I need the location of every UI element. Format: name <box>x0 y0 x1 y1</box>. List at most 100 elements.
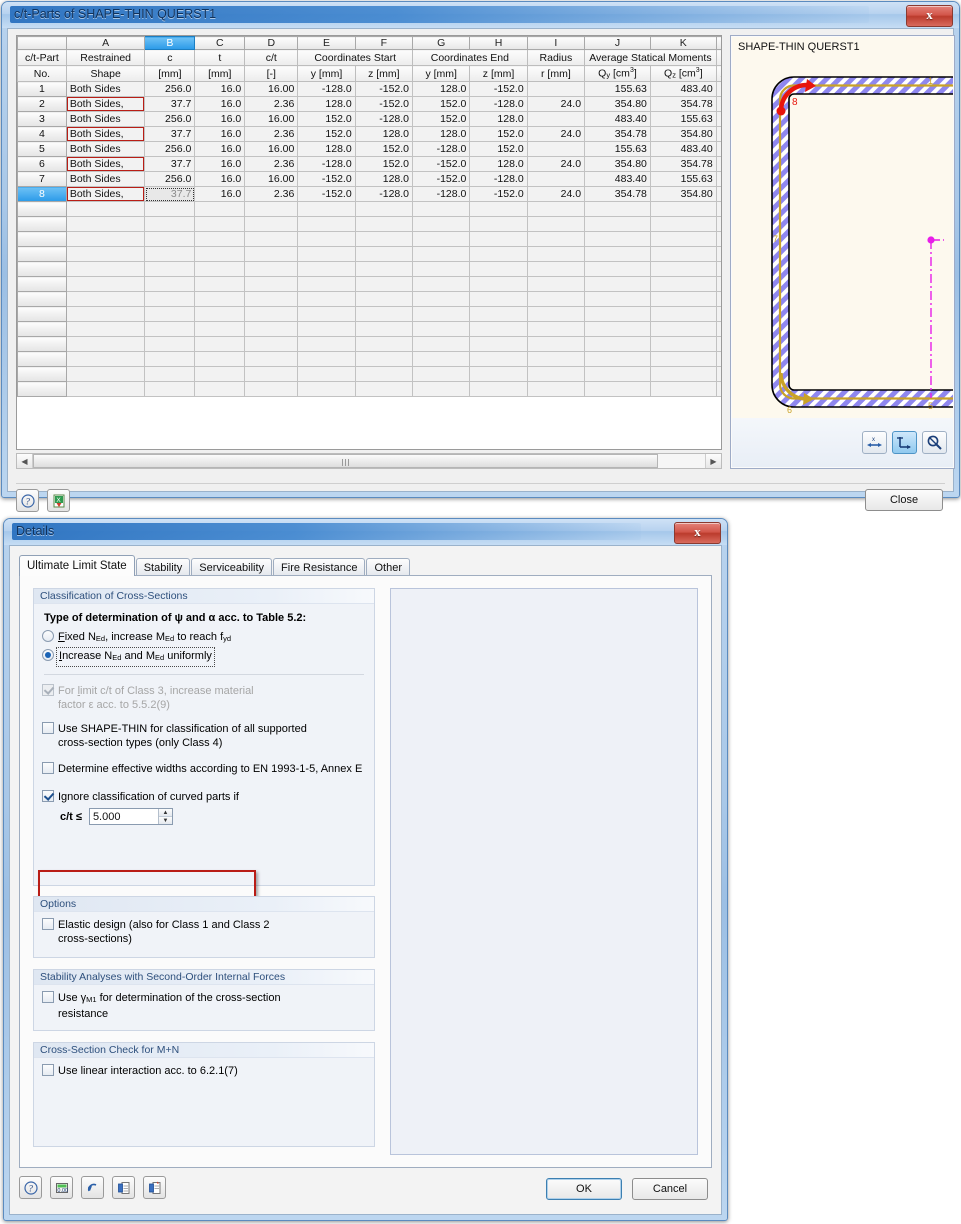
checkbox-use-gamma-m1[interactable]: Use γM1 for determination of the cross-s… <box>42 991 366 1021</box>
cell-ct[interactable]: 16.00 <box>244 141 299 157</box>
table-row[interactable]: 8 Both Sides, 37.7 16.0 2.36 -152.0 -128.0 -128… <box>17 186 721 202</box>
cell-restrained-shape[interactable]: Both Sides <box>66 111 146 127</box>
cell-empty[interactable] <box>66 231 146 247</box>
cell-empty[interactable] <box>716 306 721 322</box>
row-number[interactable]: 4 <box>17 126 67 142</box>
checkbox-ignore-curved-parts-control[interactable] <box>42 790 54 802</box>
cell-empty[interactable] <box>297 276 356 292</box>
cell-empty[interactable] <box>650 291 717 307</box>
column-letter-I[interactable]: I <box>526 36 586 50</box>
cell-empty[interactable] <box>66 216 146 232</box>
cell-empty[interactable] <box>469 381 528 397</box>
cell-empty[interactable] <box>412 246 471 262</box>
cell-empty[interactable] <box>716 261 721 277</box>
cell-empty[interactable] <box>584 201 651 217</box>
cell-start-y[interactable]: -128.0 <box>297 81 356 97</box>
cell-empty[interactable] <box>144 381 196 397</box>
window2-titlebar[interactable]: Details x <box>4 519 727 545</box>
cell-end-z[interactable]: -152.0 <box>469 81 528 97</box>
scroll-right-arrow[interactable]: ▶ <box>705 454 721 468</box>
window1-close-button[interactable]: x <box>906 5 953 27</box>
ct-parts-table-container[interactable]: ABCDEFGHIJKLc/t-PartRestrainedctc/tCoord… <box>16 35 722 450</box>
window2-close-button[interactable]: x <box>674 522 721 544</box>
cell-end-z[interactable]: -152.0 <box>469 186 528 202</box>
cell-start-y[interactable]: 128.0 <box>297 96 356 112</box>
row-number-empty[interactable] <box>17 381 67 397</box>
cell-empty[interactable] <box>355 216 414 232</box>
cell-empty[interactable] <box>527 381 586 397</box>
cell-empty[interactable] <box>584 276 651 292</box>
cell-empty[interactable] <box>584 261 651 277</box>
cell-empty[interactable] <box>412 366 471 382</box>
close-button[interactable]: Close <box>865 489 943 511</box>
row-number[interactable]: 7 <box>17 171 67 187</box>
cell-empty[interactable] <box>469 231 528 247</box>
cell-qz[interactable]: 483.40 <box>650 141 717 157</box>
table-empty-row[interactable] <box>17 201 721 217</box>
cell-empty[interactable] <box>297 366 356 382</box>
cell-empty[interactable] <box>297 231 356 247</box>
cell-empty[interactable] <box>650 261 717 277</box>
cell-start-y[interactable]: -152.0 <box>297 186 356 202</box>
checkbox-use-shape-thin[interactable]: Use SHAPE-THIN for classification of all… <box>42 722 366 750</box>
export-excel-icon[interactable]: X <box>47 489 71 512</box>
cell-empty[interactable] <box>650 276 717 292</box>
cell-start-z[interactable]: -152.0 <box>355 96 414 112</box>
cell-empty[interactable] <box>297 321 356 337</box>
cell-empty[interactable] <box>144 201 196 217</box>
cell-empty[interactable] <box>355 276 414 292</box>
cell-start-z[interactable]: -152.0 <box>355 81 414 97</box>
cell-empty[interactable] <box>194 231 246 247</box>
column-letter-A[interactable]: A <box>65 36 146 50</box>
cross-section-canvas[interactable]: SHAPE-THIN QUERST1 8 6 1 7 5 <box>732 37 953 418</box>
table-empty-row[interactable] <box>17 231 721 247</box>
table-empty-row[interactable] <box>17 366 721 382</box>
cell-c[interactable]: 37.7 <box>144 156 196 172</box>
cell-empty[interactable] <box>297 246 356 262</box>
cell-end-y[interactable]: 128.0 <box>412 81 471 97</box>
cell-c[interactable]: 37.7 <box>144 96 196 112</box>
cell-ct[interactable]: 16.00 <box>244 171 299 187</box>
cell-empty[interactable] <box>66 351 146 367</box>
help-icon[interactable]: ? <box>19 1176 42 1199</box>
row-number-empty[interactable] <box>17 201 67 217</box>
row-number-empty[interactable] <box>17 321 67 337</box>
cell-empty[interactable] <box>716 336 721 352</box>
cell-empty[interactable] <box>144 261 196 277</box>
cell-start-y[interactable]: 152.0 <box>297 111 356 127</box>
spin-up-icon[interactable]: ▲ <box>158 809 172 817</box>
cell-empty[interactable] <box>66 261 146 277</box>
cell-empty[interactable] <box>355 321 414 337</box>
cell-empty[interactable] <box>650 306 717 322</box>
row-number[interactable]: 1 <box>17 81 67 97</box>
cell-qz[interactable]: 483.40 <box>650 81 717 97</box>
cell-empty[interactable] <box>244 291 299 307</box>
cell-empty[interactable] <box>716 201 721 217</box>
checkbox-ignore-curved-parts[interactable]: Ignore classification of curved parts if <box>42 790 366 804</box>
ok-button[interactable]: OK <box>546 1178 622 1200</box>
cell-empty[interactable] <box>527 306 586 322</box>
cell-c[interactable]: 256.0 <box>144 141 196 157</box>
row-number-empty[interactable] <box>17 276 67 292</box>
cell-ct[interactable]: 2.36 <box>244 96 299 112</box>
cell-end-z[interactable]: -128.0 <box>469 96 528 112</box>
cell-empty[interactable] <box>297 261 356 277</box>
cell-end-z[interactable]: 128.0 <box>469 111 528 127</box>
checkbox-use-gamma-m1-control[interactable] <box>42 991 54 1003</box>
column-letter-D[interactable]: D <box>244 36 299 50</box>
cell-qz[interactable]: 155.63 <box>650 171 717 187</box>
row-number-empty[interactable] <box>17 366 67 382</box>
cell-radius[interactable] <box>527 141 586 157</box>
cell-c[interactable]: 37.7 <box>144 126 196 142</box>
cell-core-area[interactable]: 919 <box>716 96 721 112</box>
cell-empty[interactable] <box>527 216 586 232</box>
cell-empty[interactable] <box>244 261 299 277</box>
cell-empty[interactable] <box>355 306 414 322</box>
save-defaults-icon[interactable] <box>143 1176 167 1199</box>
cell-qz[interactable]: 354.80 <box>650 186 717 202</box>
cell-empty[interactable] <box>412 201 471 217</box>
tab-ultimate-limit-state[interactable]: Ultimate Limit State <box>19 555 135 576</box>
cell-empty[interactable] <box>355 381 414 397</box>
cell-empty[interactable] <box>650 321 717 337</box>
cell-empty[interactable] <box>527 351 586 367</box>
